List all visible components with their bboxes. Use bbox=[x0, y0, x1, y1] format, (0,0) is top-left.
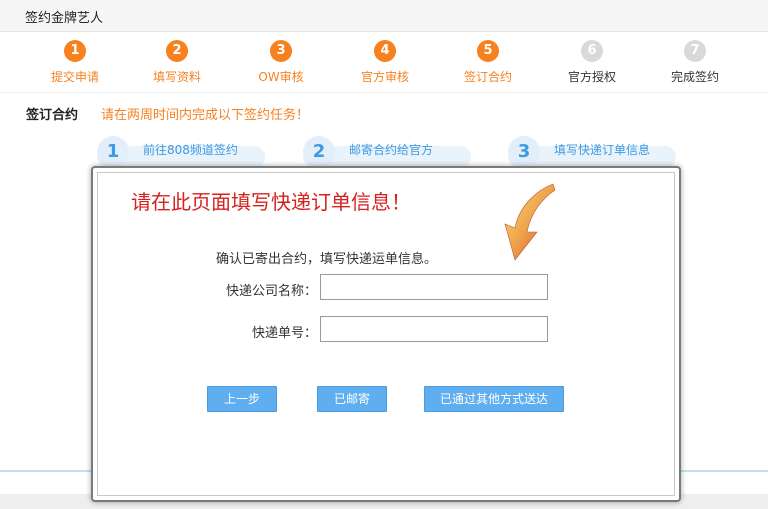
step-label: 官方审核 bbox=[360, 70, 409, 84]
previous-step-button[interactable]: 上一步 bbox=[207, 386, 277, 412]
express-company-input[interactable] bbox=[320, 274, 548, 300]
step-label: 签订合约 bbox=[463, 70, 512, 84]
delivered-other-way-button[interactable]: 已通过其他方式送达 bbox=[424, 386, 564, 412]
step-number: 3 bbox=[270, 40, 292, 62]
section-hint: 请在两周时间内完成以下签约任务！ bbox=[101, 108, 310, 123]
curved-arrow-icon bbox=[504, 183, 556, 261]
page-title: 签约金牌艺人 bbox=[25, 11, 104, 26]
step-2: 2 填写资料 bbox=[125, 36, 229, 85]
task-number: 3 bbox=[508, 136, 540, 168]
top-bar: 签约金牌艺人 bbox=[0, 0, 768, 32]
express-company-label: 快递公司名称： bbox=[225, 284, 317, 299]
step-number: 1 bbox=[64, 40, 86, 62]
task-label[interactable]: 填写快递订单信息 bbox=[554, 141, 650, 158]
task-number: 2 bbox=[303, 136, 335, 168]
step-number: 5 bbox=[477, 40, 499, 62]
express-info-dialog: 请在此页面填写快递订单信息！ 确认已寄出合约，填写快递运单信息。 快递公司名称：… bbox=[91, 166, 681, 502]
step-progress: 1 提交申请 2 填写资料 3 OW审核 4 官方审核 5 签订合约 6 官方授… bbox=[0, 36, 768, 92]
task-number: 1 bbox=[97, 136, 129, 168]
task-item-express[interactable]: 3 填写快递订单信息 bbox=[508, 136, 678, 168]
task-label[interactable]: 前往808频道签约 bbox=[143, 141, 238, 158]
tracking-number-input[interactable] bbox=[320, 316, 548, 342]
step-4: 4 官方审核 bbox=[333, 36, 437, 85]
confirm-text: 确认已寄出合约，填写快递运单信息。 bbox=[216, 252, 438, 267]
tracking-number-label: 快递单号： bbox=[251, 326, 317, 341]
section-title: 签订合约 bbox=[26, 108, 79, 123]
step-5: 5 签订合约 bbox=[436, 36, 540, 85]
step-number: 2 bbox=[166, 40, 188, 62]
step-1: 1 提交申请 bbox=[23, 36, 127, 85]
step-label: 完成签约 bbox=[670, 70, 719, 84]
step-number: 7 bbox=[684, 40, 706, 62]
task-item-mail[interactable]: 2 邮寄合约给官方 bbox=[303, 136, 473, 168]
dialog-headline: 请在此页面填写快递订单信息！ bbox=[131, 190, 411, 214]
step-3: 3 OW审核 bbox=[229, 36, 333, 85]
mailed-button[interactable]: 已邮寄 bbox=[317, 386, 387, 412]
step-7: 7 完成签约 bbox=[643, 36, 747, 85]
step-number: 6 bbox=[581, 40, 603, 62]
divider bbox=[0, 92, 768, 93]
step-label: OW审核 bbox=[258, 70, 304, 84]
step-6: 6 官方授权 bbox=[540, 36, 644, 85]
step-number: 4 bbox=[374, 40, 396, 62]
step-label: 提交申请 bbox=[50, 70, 99, 84]
step-label: 填写资料 bbox=[152, 70, 201, 84]
task-item-sign[interactable]: 1 前往808频道签约 bbox=[97, 136, 267, 168]
task-label[interactable]: 邮寄合约给官方 bbox=[349, 141, 433, 158]
step-label: 官方授权 bbox=[567, 70, 616, 84]
